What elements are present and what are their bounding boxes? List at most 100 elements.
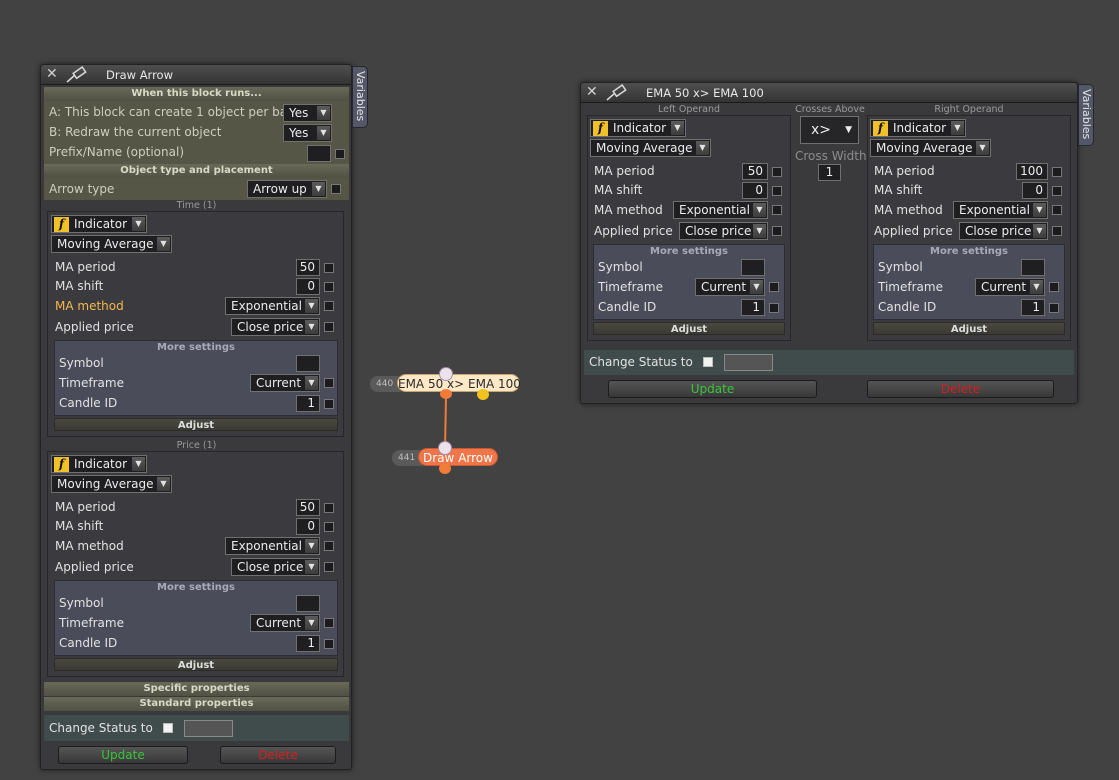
adjust-bar[interactable]: Adjust — [54, 418, 338, 431]
panel-titlebar[interactable]: ✕ EMA 50 x> EMA 100 — [581, 83, 1077, 103]
standard-properties-bar[interactable]: Standard properties — [44, 697, 349, 711]
ma-period-input[interactable]: 50 — [296, 499, 320, 516]
ma-method-checkbox[interactable] — [324, 541, 334, 551]
timeframe-select[interactable]: Current ▼ — [975, 278, 1045, 296]
applied-price-checkbox[interactable] — [324, 322, 334, 332]
ma-method-select[interactable]: Exponential ▼ — [225, 297, 320, 315]
ma-period-input[interactable]: 50 — [296, 259, 320, 276]
candle-id-checkbox[interactable] — [769, 303, 779, 313]
symbol-input[interactable] — [296, 595, 320, 612]
ma-period-input[interactable]: 50 — [742, 163, 768, 180]
candle-id-input[interactable]: 1 — [1021, 299, 1045, 316]
indicator-select[interactable]: Moving Average ▼ — [51, 475, 172, 493]
timeframe-checkbox[interactable] — [324, 618, 334, 628]
ma-shift-input[interactable]: 0 — [1022, 182, 1048, 199]
adjust-bar[interactable]: Adjust — [873, 322, 1065, 335]
ma-shift-input[interactable]: 0 — [296, 278, 320, 295]
arrow-type-checkbox[interactable] — [331, 184, 341, 194]
applied-price-checkbox[interactable] — [324, 562, 334, 572]
symbol-input[interactable] — [741, 259, 765, 276]
indicator-select[interactable]: Moving Average ▼ — [870, 139, 991, 157]
ma-shift-checkbox[interactable] — [324, 522, 334, 532]
ma-method-select[interactable]: Exponential ▼ — [953, 201, 1048, 219]
candle-id-input[interactable]: 1 — [296, 635, 320, 652]
delete-button[interactable]: Delete — [867, 380, 1054, 398]
pin-icon[interactable] — [605, 84, 629, 102]
ma-method-select[interactable]: Exponential ▼ — [673, 201, 768, 219]
ma-period-checkbox[interactable] — [1052, 167, 1062, 177]
ma-shift-checkbox[interactable] — [324, 282, 334, 292]
candle-id-checkbox[interactable] — [324, 399, 334, 409]
row-a-select[interactable]: Yes ▼ — [283, 104, 332, 122]
indicator-select[interactable]: Moving Average ▼ — [51, 235, 172, 253]
change-status-checkbox[interactable] — [163, 723, 173, 733]
timeframe-select[interactable]: Current ▼ — [695, 278, 765, 296]
update-button[interactable]: Update — [58, 746, 188, 764]
candle-id-input[interactable]: 1 — [741, 299, 765, 316]
applied-price-select[interactable]: Close price ▼ — [231, 318, 320, 336]
candle-id-checkbox[interactable] — [324, 639, 334, 649]
close-icon[interactable]: ✕ — [46, 67, 58, 81]
source-select[interactable]: f Indicator ▼ — [590, 119, 686, 137]
more-settings-header[interactable]: More settings — [594, 245, 784, 258]
applied-price-select[interactable]: Close price ▼ — [231, 558, 320, 576]
operator-select[interactable]: x> ▼ — [800, 116, 859, 144]
ma-period-checkbox[interactable] — [324, 503, 334, 513]
row-b-select[interactable]: Yes ▼ — [283, 124, 332, 142]
variables-tab[interactable]: Variables — [1078, 84, 1094, 146]
symbol-input[interactable] — [296, 355, 320, 372]
timeframe-select[interactable]: Current ▼ — [250, 614, 320, 632]
output-connector-dot[interactable] — [439, 463, 451, 474]
arrow-type-select[interactable]: Arrow up ▼ — [247, 180, 327, 198]
ma-method-checkbox[interactable] — [1052, 205, 1062, 215]
candle-id-checkbox[interactable] — [1049, 303, 1059, 313]
input-connector-dot[interactable] — [439, 367, 453, 381]
close-icon[interactable]: ✕ — [586, 85, 598, 99]
more-settings-header[interactable]: More settings — [874, 245, 1064, 258]
cross-width-input[interactable]: 1 — [818, 164, 841, 181]
input-connector-dot[interactable] — [438, 441, 452, 455]
change-status-input[interactable] — [724, 354, 773, 371]
timeframe-checkbox[interactable] — [324, 378, 334, 388]
source-select[interactable]: f Indicator ▼ — [870, 119, 966, 137]
prefix-input[interactable] — [307, 145, 331, 162]
change-status-input[interactable] — [184, 720, 233, 737]
timeframe-checkbox[interactable] — [1049, 282, 1059, 292]
update-button[interactable]: Update — [608, 380, 817, 398]
adjust-bar[interactable]: Adjust — [54, 658, 338, 671]
timeframe-select[interactable]: Current ▼ — [250, 374, 320, 392]
output-connector-dot[interactable] — [477, 389, 489, 400]
change-status-checkbox[interactable] — [703, 357, 713, 367]
applied-price-checkbox[interactable] — [772, 226, 782, 236]
ma-shift-input[interactable]: 0 — [742, 182, 768, 199]
output-connector-dot[interactable] — [440, 389, 452, 399]
applied-price-select[interactable]: Close price ▼ — [679, 222, 768, 240]
more-settings-header[interactable]: More settings — [55, 581, 337, 594]
candle-id-input[interactable]: 1 — [296, 395, 320, 412]
indicator-select[interactable]: Moving Average ▼ — [590, 139, 711, 157]
ma-method-checkbox[interactable] — [324, 301, 334, 311]
ma-period-checkbox[interactable] — [772, 167, 782, 177]
timeframe-checkbox[interactable] — [769, 282, 779, 292]
ma-period-input[interactable]: 100 — [1016, 163, 1048, 180]
applied-price-select[interactable]: Close price ▼ — [959, 222, 1048, 240]
ma-method-select[interactable]: Exponential ▼ — [225, 537, 320, 555]
more-settings-header[interactable]: More settings — [55, 341, 337, 354]
symbol-input[interactable] — [1021, 259, 1045, 276]
ma-shift-input[interactable]: 0 — [296, 518, 320, 535]
ma-shift-checkbox[interactable] — [1052, 186, 1062, 196]
delete-button[interactable]: Delete — [220, 746, 336, 764]
ma-shift-checkbox[interactable] — [772, 186, 782, 196]
ma-period-checkbox[interactable] — [324, 263, 334, 273]
prefix-checkbox[interactable] — [335, 149, 345, 159]
ma-method-checkbox[interactable] — [772, 205, 782, 215]
source-select[interactable]: f Indicator ▼ — [51, 215, 147, 233]
applied-price-checkbox[interactable] — [1052, 226, 1062, 236]
panel-titlebar[interactable]: ✕ Draw Arrow — [41, 65, 351, 85]
applied-price-value: Close price — [237, 320, 304, 334]
pin-icon[interactable] — [65, 66, 89, 84]
adjust-bar[interactable]: Adjust — [593, 322, 785, 335]
specific-properties-bar[interactable]: Specific properties — [44, 682, 349, 696]
variables-tab[interactable]: Variables — [352, 66, 368, 128]
source-select[interactable]: f Indicator ▼ — [51, 455, 147, 473]
